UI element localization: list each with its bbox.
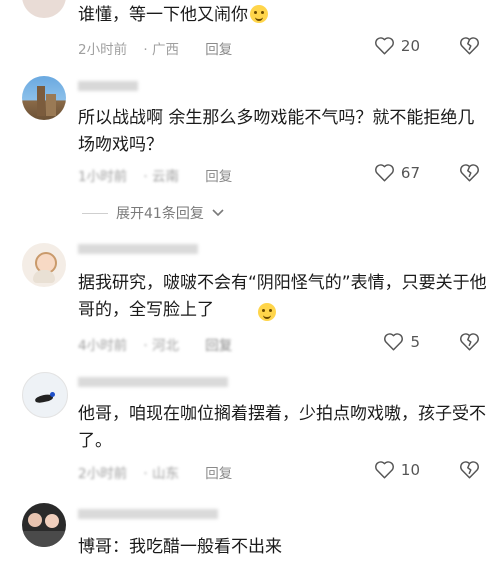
comment-meta: 2小时前 · 广西 回复 [78, 38, 232, 58]
comment-text: 博哥：我吃醋一般看不出来 [78, 537, 282, 557]
reply-button[interactable]: 回复 [205, 165, 232, 185]
reply-button[interactable]: 回复 [205, 38, 232, 58]
expand-replies-label: 展开41条回复 [116, 206, 204, 222]
avatar[interactable] [22, 76, 66, 120]
dislike-button[interactable] [459, 460, 480, 483]
location-dot: · [143, 466, 148, 482]
username-blurred [78, 376, 228, 391]
like-count: 5 [410, 332, 420, 351]
heart-icon [384, 333, 404, 351]
heart-icon [374, 37, 394, 55]
location-dot: · [143, 338, 148, 354]
like-button[interactable]: 5 [383, 332, 420, 351]
like-count: 20 [400, 36, 420, 55]
heart-icon [374, 461, 394, 479]
timestamp: 2小时前 [78, 42, 128, 58]
expand-replies-button[interactable]: 展开41条回复 [82, 203, 224, 223]
like-count: 67 [400, 163, 420, 182]
dislike-button[interactable] [459, 332, 480, 355]
like-count: 10 [400, 460, 420, 479]
comment-text: 所以战战啊 余生那么多吻戏能不气吗？就不能拒绝几场吻戏吗？ [78, 108, 475, 155]
location: 河北 [151, 338, 179, 354]
username-blurred [78, 508, 218, 523]
dislike-button[interactable] [459, 163, 480, 186]
broken-heart-icon [460, 333, 479, 351]
timestamp: 1小时前 [78, 169, 128, 185]
dislike-button[interactable] [459, 36, 480, 59]
like-button[interactable]: 20 [374, 36, 420, 55]
comment-meta: 1小时前 · 云南 回复 [78, 165, 232, 185]
username-blurred [78, 243, 198, 258]
avatar[interactable] [22, 372, 68, 418]
avatar[interactable] [22, 0, 66, 18]
username-blurred [78, 80, 138, 95]
heart-icon [374, 164, 394, 182]
comment-text: 他哥，咱现在咖位搁着摆着，少拍点吻戏嗷，孩子受不了。 [78, 404, 486, 451]
reply-button[interactable]: 回复 [205, 462, 232, 482]
location: 云南 [151, 169, 179, 185]
like-button[interactable]: 67 [374, 163, 420, 182]
location-dot: · [143, 42, 148, 58]
comment-meta: 2小时前 · 山东 回复 [78, 462, 232, 482]
comment-meta: 4小时前 · 河北 回复 [78, 334, 232, 354]
broken-heart-icon [460, 164, 479, 182]
avatar[interactable] [22, 243, 66, 287]
timestamp: 2小时前 [78, 466, 128, 482]
reply-button[interactable]: 回复 [205, 334, 232, 354]
like-button[interactable]: 10 [374, 460, 420, 479]
comment-text: 谁懂，等一下他又闹你 [78, 2, 488, 29]
avatar[interactable] [22, 503, 66, 547]
divider [82, 212, 108, 214]
comment-text: 据我研究，啵啵不会有“阴阳怪气的”表情，只要关于他哥的，全写脸上了 [78, 273, 487, 320]
crying-face-emoji-icon [250, 5, 268, 23]
chevron-down-icon [212, 209, 224, 217]
timestamp: 4小时前 [78, 338, 128, 354]
laugh-cry-emoji-icon [258, 303, 276, 321]
location-dot: · [143, 169, 148, 185]
location: 广西 [151, 42, 179, 58]
broken-heart-icon [460, 461, 479, 479]
broken-heart-icon [460, 37, 479, 55]
location: 山东 [151, 466, 179, 482]
